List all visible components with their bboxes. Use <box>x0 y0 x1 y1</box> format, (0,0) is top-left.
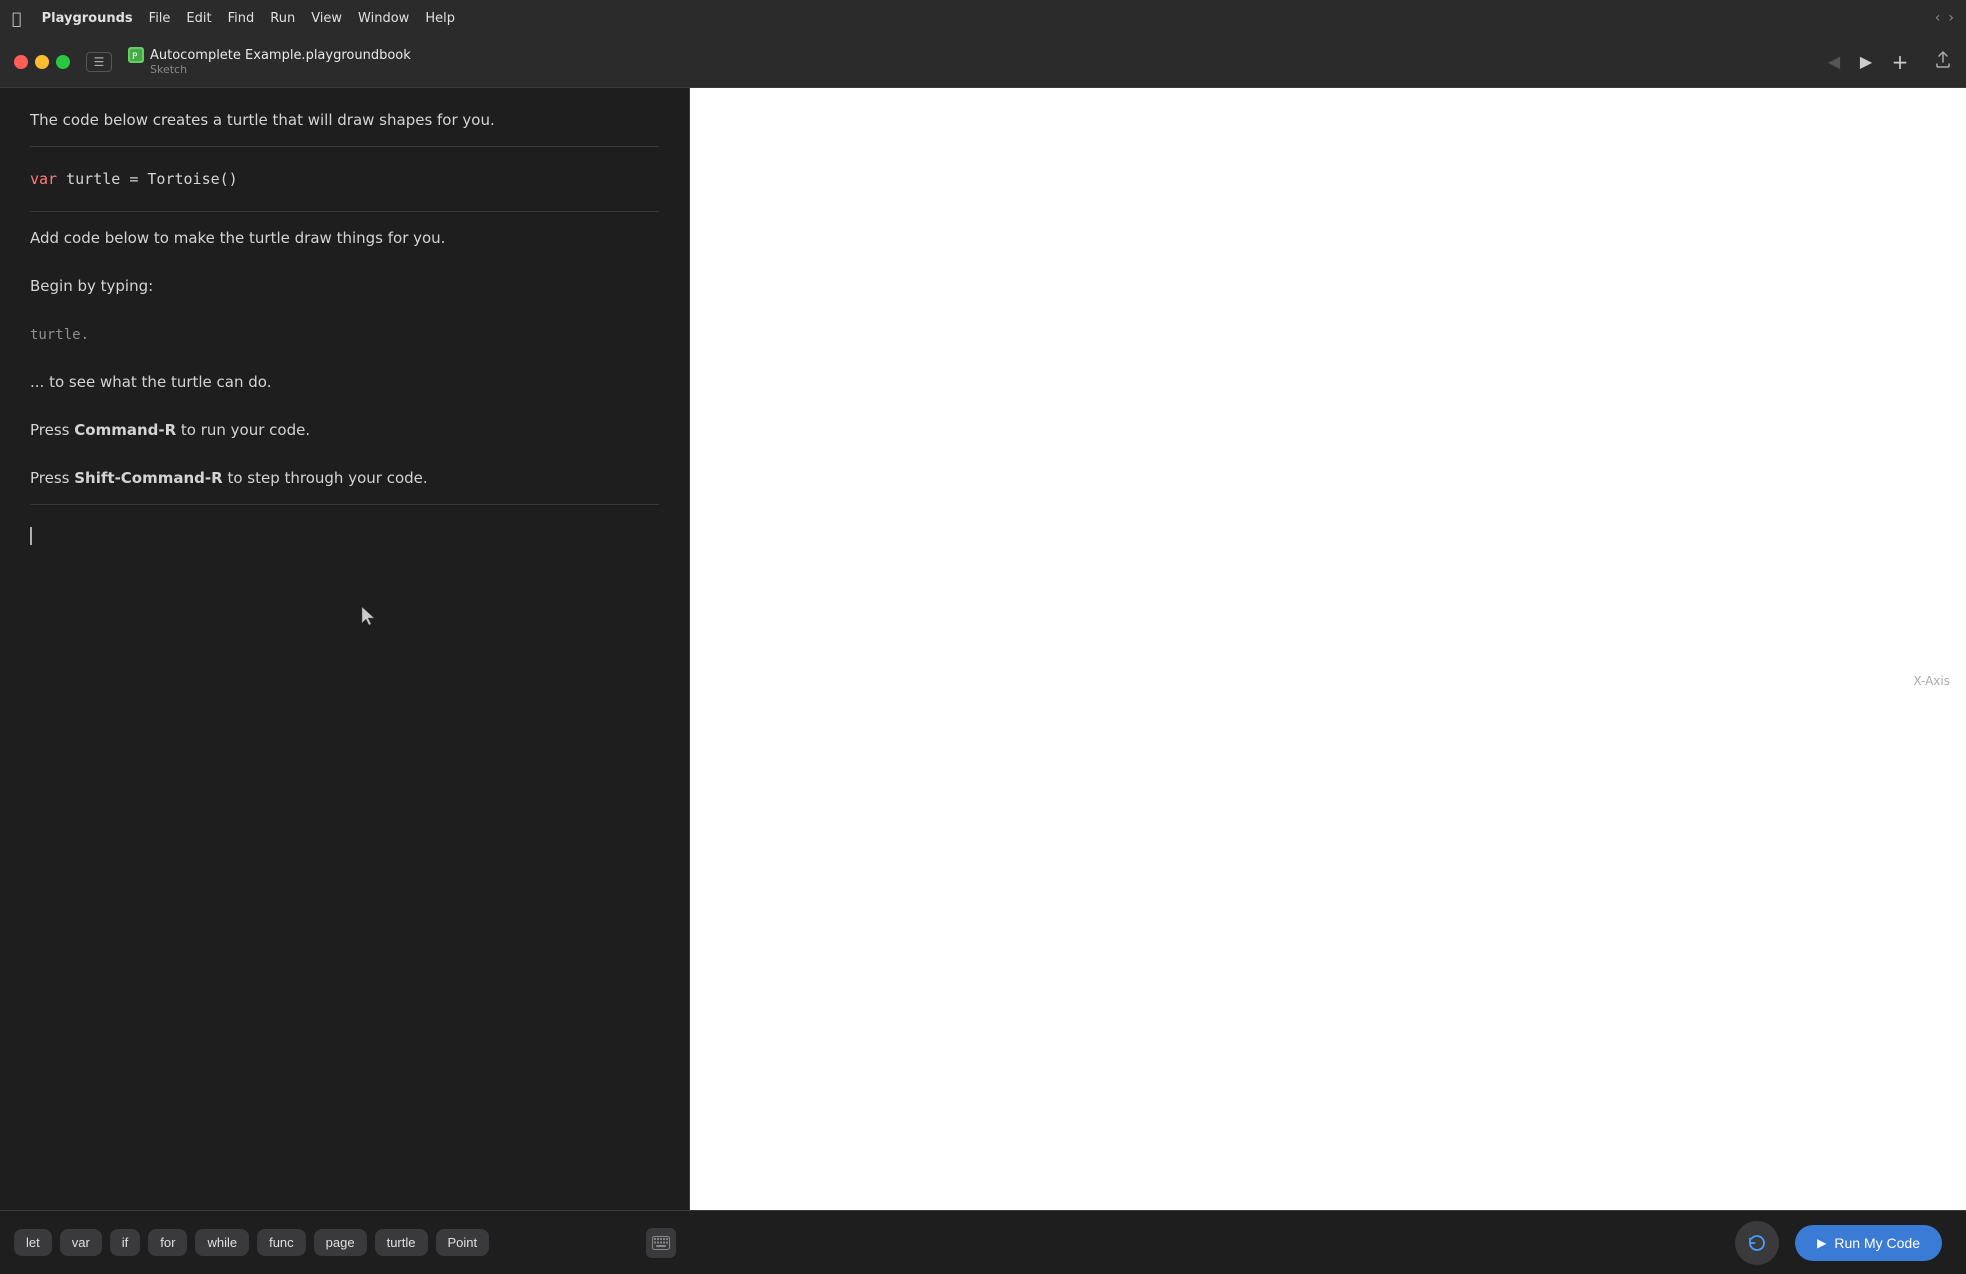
snippet-point[interactable]: Point <box>436 1229 490 1256</box>
file-subtitle: Sketch <box>150 63 187 76</box>
prose-intro: The code below creates a turtle that wil… <box>30 108 659 132</box>
prose-press-2: Press <box>30 469 74 487</box>
svg-text:P: P <box>132 52 138 61</box>
snippet-if[interactable]: if <box>110 1229 141 1256</box>
menu-run[interactable]: Run <box>270 11 295 26</box>
share-button[interactable] <box>1934 51 1952 73</box>
menu-find[interactable]: Find <box>228 11 255 26</box>
sidebar-toggle-icon: ☰ <box>94 55 105 69</box>
file-title: Autocomplete Example.playgroundbook <box>150 48 411 63</box>
separator-3 <box>30 504 659 505</box>
bottom-run-area: ▶ Run My Code <box>690 1210 1966 1274</box>
refresh-button[interactable] <box>1735 1221 1779 1265</box>
prose-add-code: Add code below to make the turtle draw t… <box>30 226 659 250</box>
canvas-pane: X-Axis <box>690 88 1966 1274</box>
prose-shift-command-r: Press Shift-Command-R to step through yo… <box>30 466 659 490</box>
separator-1 <box>30 146 659 147</box>
prose-begin: Begin by typing: <box>30 274 659 298</box>
menu-edit[interactable]: Edit <box>186 11 211 26</box>
snippet-func[interactable]: func <box>257 1229 306 1256</box>
titlebar: ☰ P Autocomplete Example.playgroundbook … <box>0 36 1966 88</box>
run-button[interactable]: ▶ Run My Code <box>1795 1225 1942 1261</box>
prose-see: ... to see what the turtle can do. <box>30 370 659 394</box>
add-button[interactable]: + <box>1886 48 1914 76</box>
shortcut-cmd-r: Command-R <box>74 421 176 439</box>
menu-file[interactable]: File <box>149 11 171 26</box>
file-icon: P <box>128 47 144 63</box>
snippet-while[interactable]: while <box>195 1229 249 1256</box>
keyword-var: var <box>30 170 57 188</box>
cursor-line[interactable] <box>30 519 659 545</box>
code-turtle-assign: turtle = Tortoise() <box>66 170 238 188</box>
snippet-page[interactable]: page <box>314 1229 367 1256</box>
snippet-var[interactable]: var <box>60 1229 102 1256</box>
run-icon: ▶ <box>1817 1236 1826 1250</box>
separator-2 <box>30 211 659 212</box>
prose-command-r: Press Command-R to run your code. <box>30 418 659 442</box>
prose-press-1-suffix: to run your code. <box>176 421 310 439</box>
nav-back-top[interactable]: ‹ <box>1935 10 1941 26</box>
snippet-turtle[interactable]: turtle <box>375 1229 428 1256</box>
keyboard-toggle-button[interactable] <box>646 1228 676 1258</box>
shortcut-shift-cmd-r: Shift-Command-R <box>74 469 222 487</box>
mouse-cursor <box>360 605 378 634</box>
sidebar-toggle-button[interactable]: ☰ <box>86 52 112 72</box>
snippet-let[interactable]: let <box>14 1229 52 1256</box>
traffic-lights <box>14 55 70 69</box>
prose-press-1: Press <box>30 421 74 439</box>
close-button[interactable] <box>14 55 28 69</box>
menu-view[interactable]: View <box>311 11 342 26</box>
snippet-for[interactable]: for <box>148 1229 187 1256</box>
menu-window[interactable]: Window <box>358 11 409 26</box>
menubar:  Playgrounds File Edit Find Run View Wi… <box>0 0 1966 36</box>
editor-pane: The code below creates a turtle that wil… <box>0 88 690 1274</box>
menu-help[interactable]: Help <box>425 11 455 26</box>
editor-content[interactable]: The code below creates a turtle that wil… <box>0 88 689 1274</box>
file-title-area: P Autocomplete Example.playgroundbook Sk… <box>128 47 411 76</box>
menu-playgrounds[interactable]: Playgrounds <box>42 11 133 26</box>
run-label: Run My Code <box>1834 1235 1920 1251</box>
back-button[interactable]: ◀ <box>1822 50 1846 74</box>
code-var-turtle: var turtle = Tortoise() <box>30 161 659 197</box>
snippet-toolbar: let var if for while func page turtle Po… <box>0 1210 690 1274</box>
minimize-button[interactable] <box>35 55 49 69</box>
apple-menu[interactable]:  <box>12 9 22 28</box>
prose-press-2-suffix: to step through your code. <box>223 469 428 487</box>
nav-forward-top[interactable]: › <box>1948 10 1954 26</box>
x-axis-label: X-Axis <box>1913 674 1950 688</box>
code-turtle-dot: turtle. <box>30 327 89 343</box>
nav-buttons: ◀ ▶ + <box>1822 48 1914 76</box>
forward-button[interactable]: ▶ <box>1854 50 1878 74</box>
text-cursor <box>30 527 32 545</box>
main-area: The code below creates a turtle that wil… <box>0 88 1966 1274</box>
maximize-button[interactable] <box>56 55 70 69</box>
